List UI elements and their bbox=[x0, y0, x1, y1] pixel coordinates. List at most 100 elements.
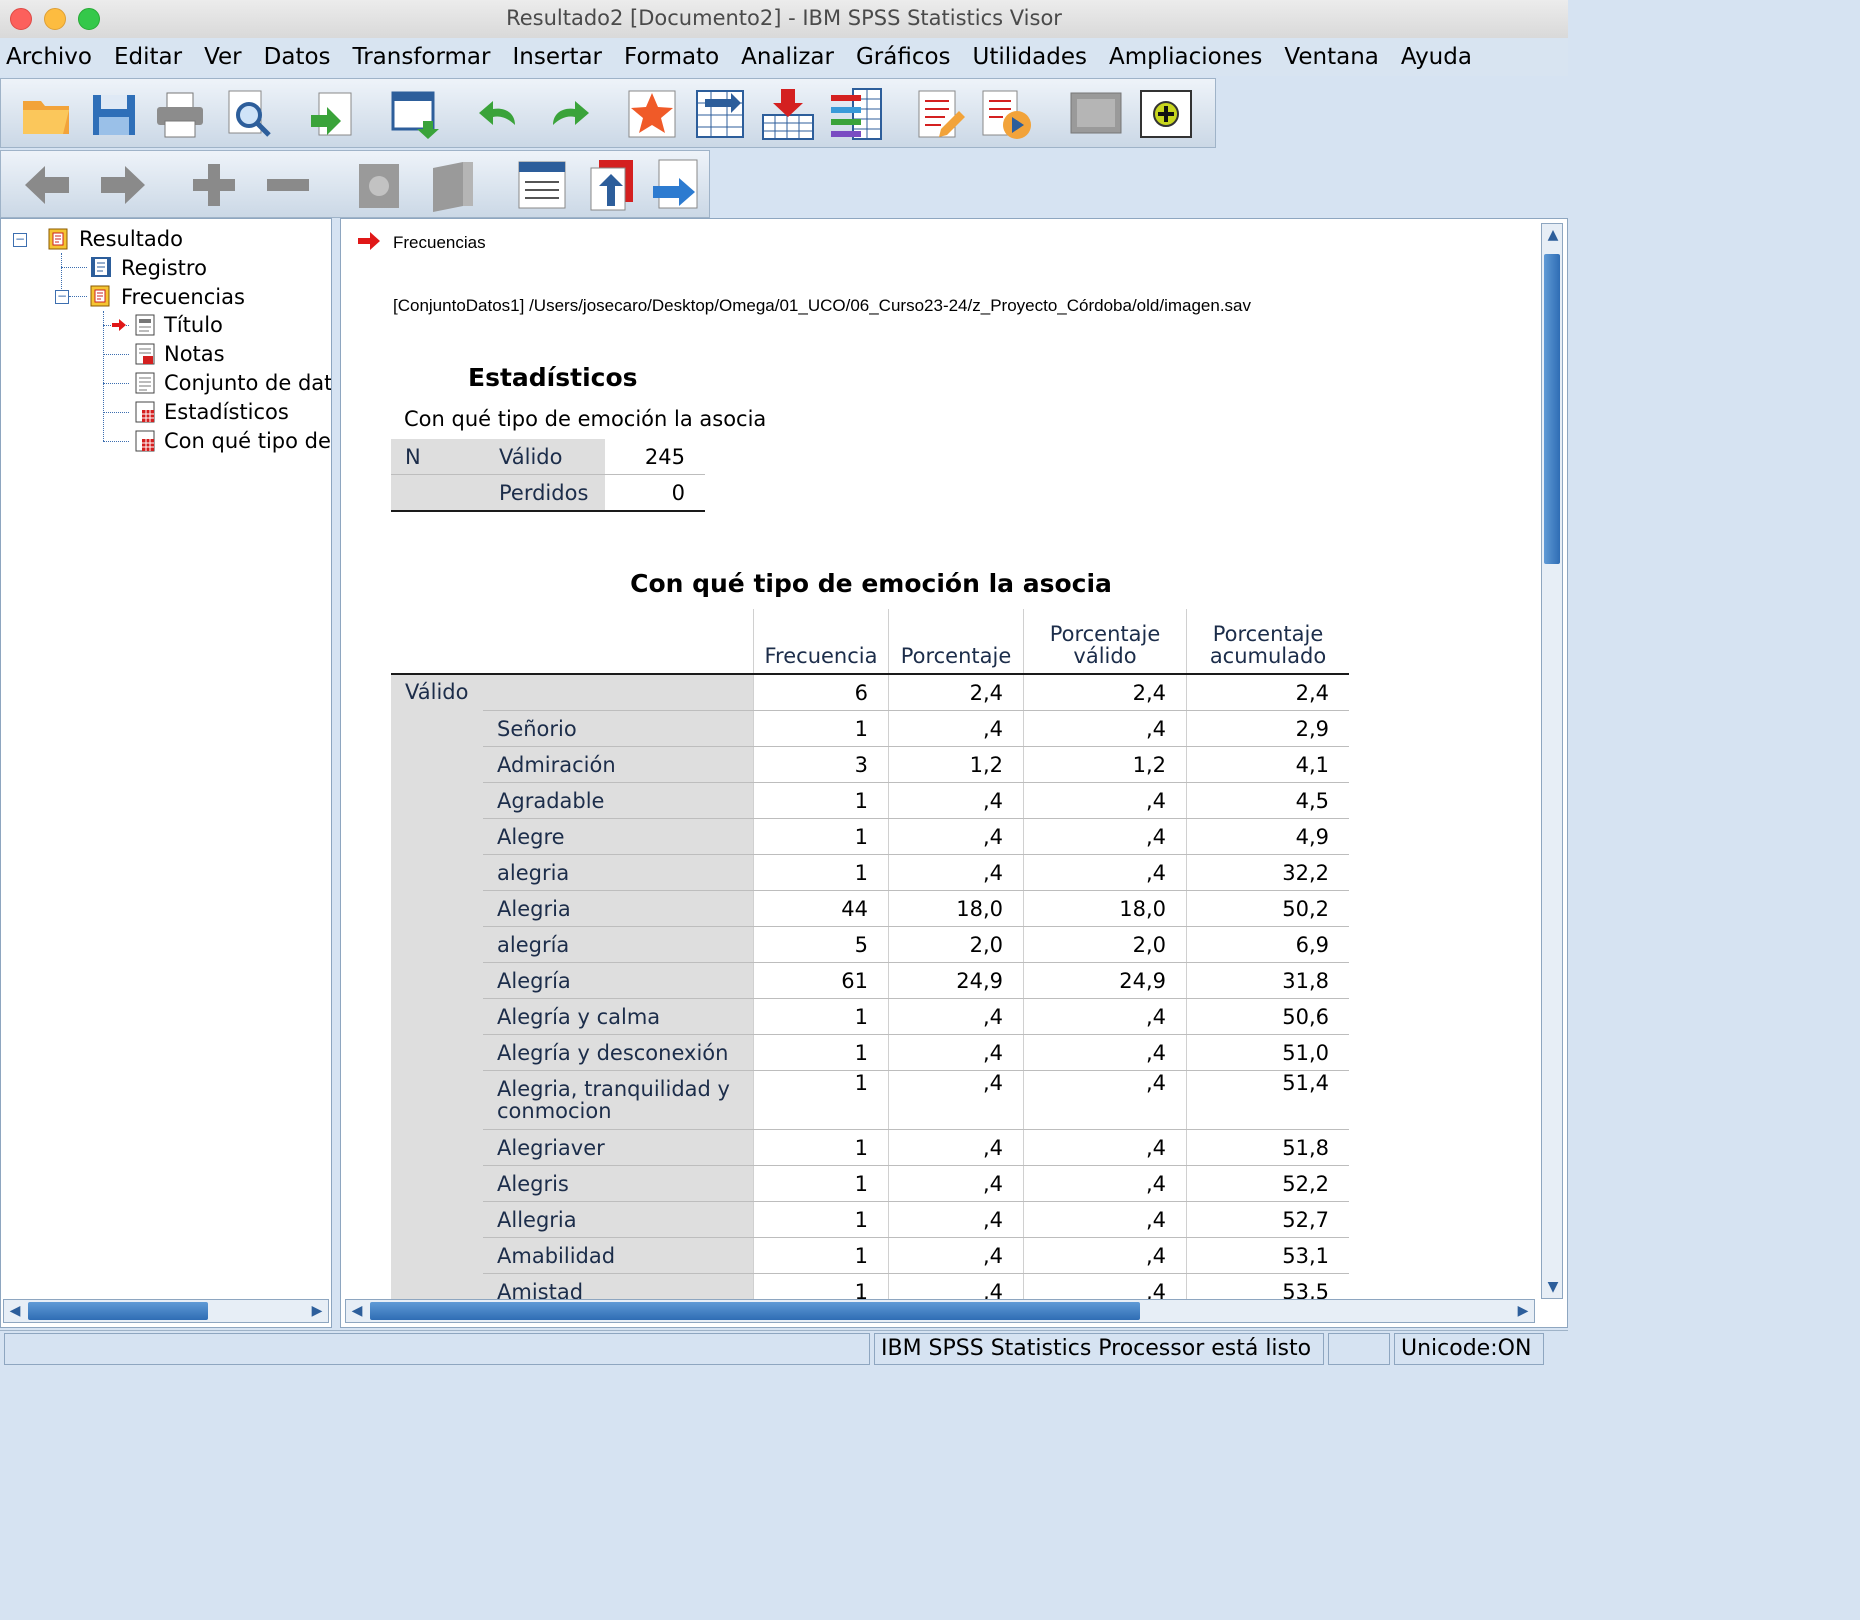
menu-ayuda[interactable]: Ayuda bbox=[1395, 44, 1486, 70]
tree-item-con-que-tipo[interactable]: Con qué tipo de bbox=[164, 427, 331, 455]
freq-cell-frecuencia: 1 bbox=[753, 854, 889, 891]
freq-cell-porcentaje-acumulado: 52,7 bbox=[1186, 1201, 1349, 1238]
disabled-pane-icon[interactable] bbox=[1067, 85, 1125, 143]
statistics-table: N Válido 245 Perdidos 0 bbox=[391, 439, 705, 512]
freq-cell-porcentaje-acumulado: 51,4 bbox=[1186, 1070, 1349, 1130]
status-unicode: Unicode:ON bbox=[1394, 1333, 1544, 1365]
variables-icon[interactable] bbox=[827, 85, 885, 143]
collapse-minus-icon[interactable] bbox=[259, 156, 317, 214]
pane-splitter[interactable] bbox=[332, 218, 340, 1328]
freq-cell-frecuencia: 1 bbox=[753, 1237, 889, 1274]
goto-variable-icon[interactable] bbox=[759, 85, 817, 143]
collapse-root-toggle[interactable]: − bbox=[13, 233, 27, 247]
scroll-up-icon[interactable]: ▲ bbox=[1542, 224, 1564, 246]
frequencies-book-icon bbox=[89, 284, 113, 308]
scroll-right-icon[interactable]: ▶ bbox=[306, 1300, 328, 1322]
current-item-arrow-icon bbox=[357, 231, 381, 251]
log-icon bbox=[89, 255, 113, 279]
freq-row-label: Alegria bbox=[483, 890, 754, 927]
freq-cell-frecuencia: 6 bbox=[753, 674, 889, 711]
tree-item-estadisticos[interactable]: Estadísticos bbox=[164, 398, 289, 426]
edit-document-icon[interactable] bbox=[911, 85, 969, 143]
scroll-left-icon[interactable]: ◀ bbox=[346, 1300, 368, 1322]
tree-item-resultado[interactable]: Resultado bbox=[79, 225, 183, 253]
freq-cell-porcentaje-acumulado: 2,9 bbox=[1186, 710, 1349, 747]
table-row: Alegre 1,4,4 4,9 bbox=[391, 818, 1349, 855]
promote-icon[interactable] bbox=[583, 156, 641, 214]
print-preview-icon[interactable] bbox=[219, 85, 277, 143]
freq-cell-porcentaje: 2,4 bbox=[888, 674, 1024, 711]
hide-icon[interactable] bbox=[425, 156, 483, 214]
menu-archivo[interactable]: Archivo bbox=[0, 44, 106, 70]
freq-cell-porcentaje-acumulado: 51,0 bbox=[1186, 1034, 1349, 1071]
add-pane-icon[interactable] bbox=[1137, 85, 1195, 143]
goto-data-icon[interactable] bbox=[623, 85, 681, 143]
arrow-left-icon[interactable] bbox=[19, 156, 77, 214]
menu-editar[interactable]: Editar bbox=[108, 44, 196, 70]
tree-item-notas[interactable]: Notas bbox=[164, 340, 225, 368]
undo-icon[interactable] bbox=[471, 85, 529, 143]
collapse-frecuencias-toggle[interactable]: − bbox=[55, 290, 69, 304]
stats-missing-label: Perdidos bbox=[485, 474, 605, 511]
output-horizontal-scrollbar[interactable]: ◀ ▶ bbox=[345, 1299, 1535, 1323]
freq-cell-porcentaje: ,4 bbox=[888, 1201, 1024, 1238]
freq-cell-porcentaje-acumulado: 4,1 bbox=[1186, 746, 1349, 783]
freq-cell-porcentaje-valido: 24,9 bbox=[1023, 962, 1187, 999]
menu-analizar[interactable]: Analizar bbox=[735, 44, 848, 70]
goto-case-icon[interactable] bbox=[691, 85, 749, 143]
menu-ampliaciones[interactable]: Ampliaciones bbox=[1103, 44, 1276, 70]
table-row: Amabilidad 1,4,4 53,1 bbox=[391, 1237, 1349, 1274]
outline-horizontal-scrollbar[interactable]: ◀ ▶ bbox=[3, 1299, 329, 1323]
redo-icon[interactable] bbox=[539, 85, 597, 143]
menu-transformar[interactable]: Transformar bbox=[347, 44, 505, 70]
menu-datos[interactable]: Datos bbox=[258, 44, 345, 70]
freq-cell-porcentaje-valido: ,4 bbox=[1023, 1237, 1187, 1274]
freq-row-label: Alegre bbox=[483, 818, 754, 855]
status-empty-cell bbox=[1328, 1333, 1390, 1365]
output-vertical-scrollbar[interactable]: ▲ ▼ bbox=[1541, 223, 1563, 1299]
arrow-right-icon[interactable] bbox=[93, 156, 151, 214]
freq-cell-porcentaje-acumulado: 51,8 bbox=[1186, 1129, 1349, 1166]
freq-cell-porcentaje: ,4 bbox=[888, 998, 1024, 1035]
export-icon[interactable] bbox=[303, 85, 361, 143]
freq-header-porcentaje: Porcentaje bbox=[888, 609, 1024, 675]
freq-cell-porcentaje: ,4 bbox=[888, 818, 1024, 855]
scroll-right-icon[interactable]: ▶ bbox=[1512, 1300, 1534, 1322]
save-icon[interactable] bbox=[85, 85, 143, 143]
open-folder-icon[interactable] bbox=[17, 85, 75, 143]
demote-icon[interactable] bbox=[649, 156, 707, 214]
menu-ventana[interactable]: Ventana bbox=[1278, 44, 1392, 70]
status-left-cell bbox=[4, 1333, 870, 1365]
freq-cell-porcentaje: 2,0 bbox=[888, 926, 1024, 963]
freq-cell-porcentaje: ,4 bbox=[888, 1070, 1024, 1130]
recall-dialog-icon[interactable] bbox=[387, 85, 445, 143]
freq-row-label: alegría bbox=[483, 926, 754, 963]
freq-cell-porcentaje: 24,9 bbox=[888, 962, 1024, 999]
print-icon[interactable] bbox=[151, 85, 209, 143]
table-row: Alegris 1,4,4 52,2 bbox=[391, 1165, 1349, 1202]
freq-row-label: Alegría y calma bbox=[483, 998, 754, 1035]
scroll-down-icon[interactable]: ▼ bbox=[1542, 1276, 1564, 1298]
freq-cell-frecuencia: 1 bbox=[753, 1034, 889, 1071]
menu-utilidades[interactable]: Utilidades bbox=[967, 44, 1101, 70]
tree-item-titulo[interactable]: Título bbox=[164, 311, 223, 339]
menu-formato[interactable]: Formato bbox=[618, 44, 733, 70]
menu-ver[interactable]: Ver bbox=[198, 44, 256, 70]
menu-graficos[interactable]: Gráficos bbox=[850, 44, 965, 70]
tree-item-conjunto-datos[interactable]: Conjunto de datc bbox=[164, 369, 331, 397]
window-title: Resultado2 [Documento2] - IBM SPSS Stati… bbox=[506, 6, 1062, 30]
menu-insertar[interactable]: Insertar bbox=[507, 44, 617, 70]
tree-item-frecuencias[interactable]: Frecuencias bbox=[121, 283, 245, 311]
freq-cell-frecuencia: 1 bbox=[753, 818, 889, 855]
show-icon[interactable] bbox=[351, 156, 409, 214]
freq-cell-porcentaje-acumulado: 2,4 bbox=[1186, 674, 1349, 711]
run-script-icon[interactable] bbox=[977, 85, 1035, 143]
freq-cell-porcentaje: ,4 bbox=[888, 854, 1024, 891]
freq-row-label bbox=[483, 674, 754, 711]
tree-item-registro[interactable]: Registro bbox=[121, 254, 207, 282]
expand-plus-icon[interactable] bbox=[185, 156, 243, 214]
freq-cell-porcentaje-acumulado: 53,1 bbox=[1186, 1237, 1349, 1274]
scroll-left-icon[interactable]: ◀ bbox=[4, 1300, 26, 1322]
insert-heading-icon[interactable] bbox=[513, 156, 571, 214]
freq-header-frecuencia: Frecuencia bbox=[753, 609, 889, 675]
